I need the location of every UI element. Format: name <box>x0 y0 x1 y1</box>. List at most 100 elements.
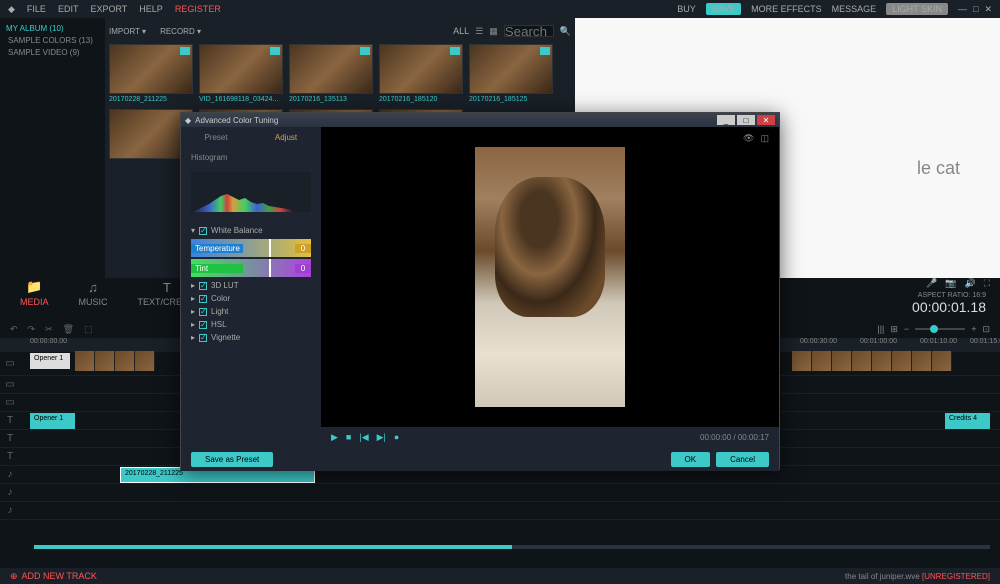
mic-icon[interactable]: 🎤 <box>926 278 937 289</box>
sidebar-my-album[interactable]: MY ALBUM (10) <box>6 24 99 33</box>
cut-icon[interactable]: ✂ <box>45 324 53 335</box>
menu-export[interactable]: EXPORT <box>90 4 127 15</box>
play-icon[interactable]: ▶ <box>331 432 338 443</box>
filter-all[interactable]: ALL <box>453 26 469 36</box>
tab-music[interactable]: ♫ MUSIC <box>79 280 108 307</box>
zoom-fit-icon[interactable]: ⊡ <box>982 324 990 335</box>
save-button[interactable]: SAVE <box>706 3 741 15</box>
volume-icon[interactable]: 🔊 <box>964 278 975 289</box>
zoom-in-icon[interactable]: + <box>971 324 976 334</box>
tint-slider[interactable]: Tint 0 <box>191 259 311 277</box>
lut-checkbox[interactable] <box>199 282 207 290</box>
redo-icon[interactable]: ↷ <box>28 324 36 335</box>
timeline-scrollbar[interactable] <box>34 545 990 549</box>
media-thumb[interactable]: 20170216_135113 <box>289 44 373 103</box>
text-track-icon[interactable]: T <box>0 415 20 426</box>
light-checkbox[interactable] <box>199 308 207 316</box>
tab-adjust[interactable]: Adjust <box>251 131 321 147</box>
vignette-section[interactable]: ▸Vignette <box>191 333 311 342</box>
track-icon[interactable]: ▭ <box>0 379 20 390</box>
clip-opener[interactable]: Opener 1 <box>30 353 70 369</box>
media-thumb[interactable]: 20170228_211225 <box>109 44 193 103</box>
menu-edit[interactable]: EDIT <box>58 4 79 15</box>
menu-help[interactable]: HELP <box>139 4 163 15</box>
audio-track-icon[interactable]: ♪ <box>0 469 20 480</box>
undo-icon[interactable]: ↶ <box>10 324 18 335</box>
tab-preset[interactable]: Preset <box>181 131 251 147</box>
search-icon[interactable]: 🔍 <box>560 26 571 37</box>
save-preset-button[interactable]: Save as Preset <box>191 452 273 467</box>
record-button[interactable]: RECORD ▾ <box>160 27 201 36</box>
color-section[interactable]: ▸Color <box>191 294 311 303</box>
text-track-icon[interactable]: T <box>0 433 20 444</box>
media-thumb[interactable]: VID_161698118_03424... <box>199 44 283 103</box>
menu-register[interactable]: REGISTER <box>175 4 221 15</box>
white-balance-checkbox[interactable] <box>199 227 207 235</box>
ok-button[interactable]: OK <box>671 452 711 467</box>
zoom-out-icon[interactable]: − <box>904 324 909 334</box>
grid-view-icon[interactable]: ▦ <box>489 26 498 37</box>
stop-icon[interactable]: ■ <box>346 432 351 443</box>
dialog-minimize-icon[interactable]: _ <box>717 115 735 125</box>
media-thumb[interactable]: 20170216_185125 <box>469 44 553 103</box>
aspect-ratio-label: ASPECT RATIO: 16:9 <box>912 292 986 299</box>
color-checkbox[interactable] <box>199 295 207 303</box>
plus-icon: ⊕ <box>10 571 18 582</box>
maximize-icon[interactable]: □ <box>973 4 978 15</box>
menu-message[interactable]: MESSAGE <box>832 4 877 14</box>
folder-icon: 📁 <box>26 279 42 295</box>
project-sidebar: MY ALBUM (10) SAMPLE COLORS (13) SAMPLE … <box>0 18 105 278</box>
delete-icon[interactable]: 🗑 <box>63 324 74 335</box>
minimize-icon[interactable]: — <box>958 4 967 15</box>
compare-icon[interactable]: ◫ <box>760 133 769 144</box>
lut-section[interactable]: ▸3D LUT <box>191 281 311 290</box>
dialog-titlebar[interactable]: ◆ Advanced Color Tuning _ □ ✕ <box>181 113 779 127</box>
zoom-bars-icon[interactable]: ||| <box>877 324 884 334</box>
dialog-close-icon[interactable]: ✕ <box>757 115 775 125</box>
hsl-checkbox[interactable] <box>199 321 207 329</box>
close-icon[interactable]: ✕ <box>984 4 992 15</box>
video-track-icon[interactable]: ▭ <box>0 358 20 369</box>
search-input[interactable] <box>504 25 554 37</box>
track-icon[interactable]: ▭ <box>0 397 20 408</box>
light-section[interactable]: ▸Light <box>191 307 311 316</box>
media-thumb[interactable]: 20170216_185120 <box>379 44 463 103</box>
text-track-icon[interactable]: T <box>0 451 20 462</box>
import-button[interactable]: IMPORT ▾ <box>109 27 146 36</box>
audio-track-icon[interactable]: ♪ <box>0 487 20 498</box>
hsl-section[interactable]: ▸HSL <box>191 320 311 329</box>
white-balance-section[interactable]: ▾ White Balance <box>191 226 311 235</box>
unregistered-label: [UNREGISTERED] <box>922 572 990 581</box>
menu-more-effects[interactable]: MORE EFFECTS <box>751 4 822 14</box>
camera-icon[interactable]: 📷 <box>945 278 956 289</box>
zoom-level-icon[interactable]: ⊞ <box>890 324 898 335</box>
player-controls: 🎤 📷 🔊 ⛶ <box>926 278 990 289</box>
dialog-preview: 👁 ◫ ▶ ■ |◀ ▶| ● 00:00:00 / 00:00:17 <box>321 127 779 447</box>
clip-credits[interactable]: Credits 4 <box>945 413 990 429</box>
sidebar-sample-colors[interactable]: SAMPLE COLORS (13) <box>6 36 99 45</box>
cancel-button[interactable]: Cancel <box>716 452 769 467</box>
record-dot-icon[interactable]: ● <box>394 432 399 443</box>
list-view-icon[interactable]: ☰ <box>475 26 483 37</box>
fullscreen-icon[interactable]: ⛶ <box>984 278 990 289</box>
add-track-button[interactable]: ⊕ ADD NEW TRACK <box>10 571 97 582</box>
temperature-slider[interactable]: Temperature 0 <box>191 239 311 257</box>
clip-thumb[interactable] <box>792 351 812 371</box>
crop-icon[interactable]: ⬚ <box>84 324 93 335</box>
prev-frame-icon[interactable]: |◀ <box>359 432 368 443</box>
clip-thumb[interactable] <box>75 351 95 371</box>
menu-file[interactable]: FILE <box>27 4 46 15</box>
zoom-slider[interactable] <box>915 328 965 330</box>
sidebar-sample-video[interactable]: SAMPLE VIDEO (9) <box>6 48 99 57</box>
clip-opener[interactable]: Opener 1 <box>30 413 75 429</box>
eye-icon[interactable]: 👁 <box>743 133 754 144</box>
dialog-maximize-icon[interactable]: □ <box>737 115 755 125</box>
vignette-checkbox[interactable] <box>199 334 207 342</box>
histogram-chart <box>191 172 311 212</box>
preview-overlay-text: le cat <box>917 158 960 179</box>
light-skin-button[interactable]: LIGHT SKIN <box>886 3 948 15</box>
next-frame-icon[interactable]: ▶| <box>377 432 386 443</box>
audio-track-icon[interactable]: ♪ <box>0 505 20 516</box>
tab-media[interactable]: 📁 MEDIA <box>20 279 49 307</box>
menu-buy[interactable]: BUY <box>677 4 696 14</box>
